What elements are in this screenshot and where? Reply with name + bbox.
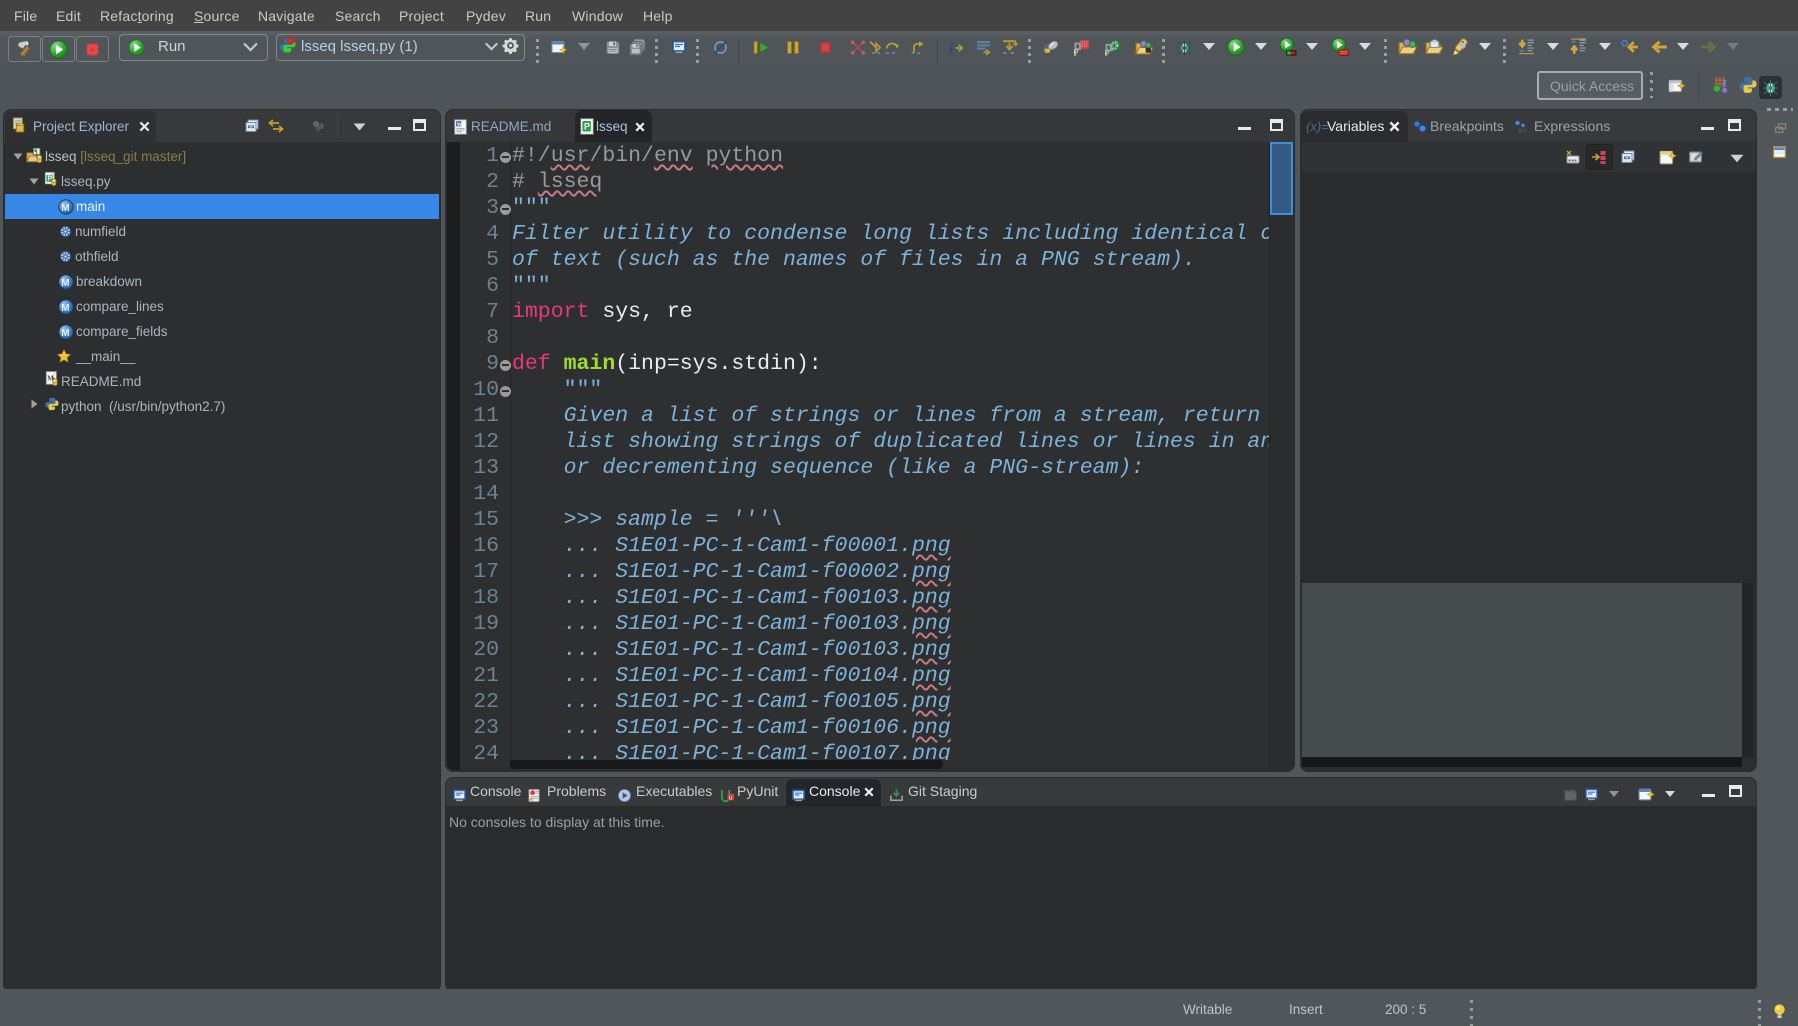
svg-text:M: M (61, 278, 69, 289)
svg-text:P: P (1073, 48, 1078, 57)
svg-text:x=: x= (1517, 126, 1527, 134)
svg-text:M: M (61, 303, 69, 314)
svg-text:i: i (949, 41, 954, 56)
svg-text:u: u (729, 795, 732, 802)
svg-text:P: P (584, 122, 590, 132)
svg-text:M: M (61, 328, 69, 339)
svg-text:M: M (61, 203, 69, 214)
svg-text:P: P (1104, 48, 1109, 57)
